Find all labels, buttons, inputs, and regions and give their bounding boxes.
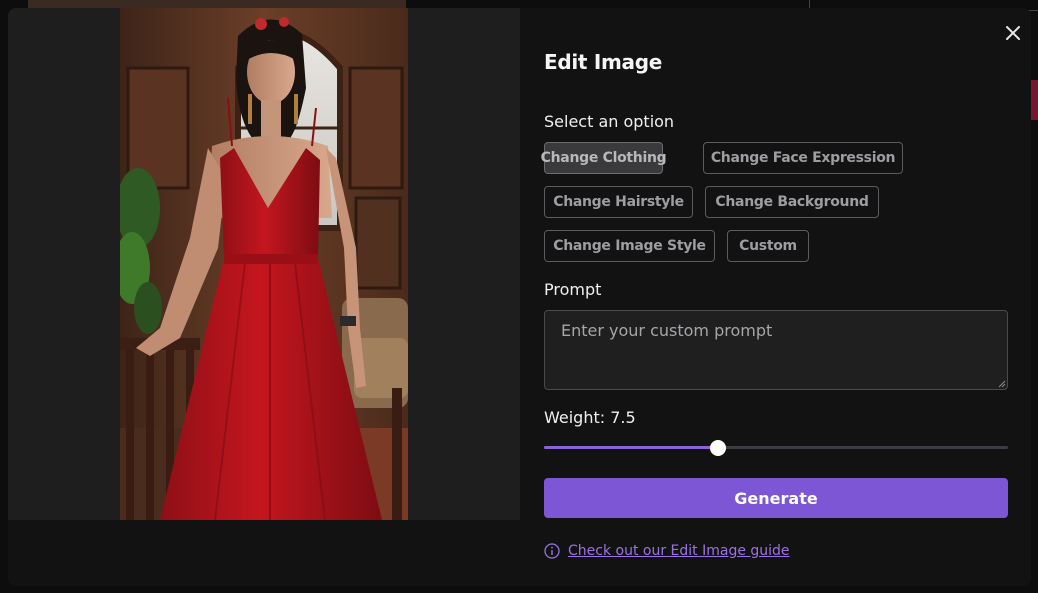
slider-fill: [544, 446, 718, 449]
option-change-face-expression[interactable]: Change Face Expression: [703, 142, 903, 174]
modal-title: Edit Image: [544, 50, 663, 74]
prompt-input[interactable]: [544, 310, 1008, 390]
background-accent-tab: [1031, 80, 1038, 120]
weight-label: Weight: 7.5: [544, 408, 636, 427]
edit-image-guide-link[interactable]: Check out our Edit Image guide: [568, 543, 790, 559]
option-change-hairstyle[interactable]: Change Hairstyle: [544, 186, 693, 218]
slider-thumb[interactable]: [710, 440, 726, 456]
prompt-label: Prompt: [544, 280, 602, 299]
resize-handle-icon[interactable]: [998, 380, 1006, 388]
info-icon: [544, 543, 560, 559]
image-preview: [120, 8, 408, 520]
weight-slider[interactable]: [544, 438, 1008, 458]
image-preview-pane: [8, 8, 520, 520]
guide-row: Check out our Edit Image guide: [544, 543, 790, 559]
option-custom[interactable]: Custom: [727, 230, 809, 262]
option-change-clothing[interactable]: Change Clothing: [541, 142, 667, 174]
edit-panel: Edit Image Select an option Change Cloth…: [520, 8, 1031, 586]
close-icon[interactable]: [1004, 24, 1022, 42]
select-option-label: Select an option: [544, 112, 675, 131]
generate-button[interactable]: Generate: [544, 478, 1008, 518]
background-image-edge: [28, 0, 406, 8]
edit-image-modal: Edit Image Select an option Change Cloth…: [8, 8, 1031, 586]
option-change-image-style[interactable]: Change Image Style: [544, 230, 715, 262]
option-change-background[interactable]: Change Background: [705, 186, 879, 218]
